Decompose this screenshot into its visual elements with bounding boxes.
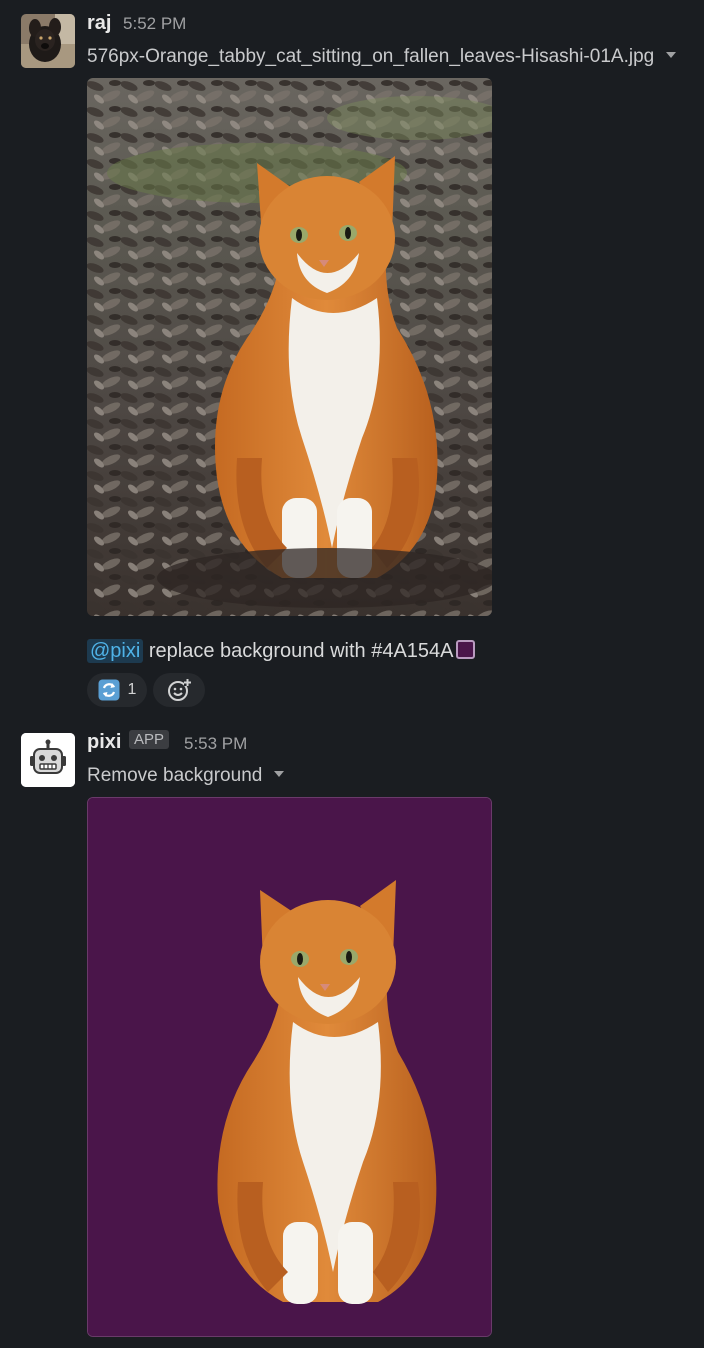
timestamp[interactable]: 5:52 PM (123, 14, 186, 33)
reaction-arrows[interactable]: 1 (87, 673, 147, 707)
cat-cutout-image (88, 798, 491, 1336)
file-title[interactable]: 576px-Orange_tabby_cat_sitting_on_fallen… (87, 46, 677, 68)
username-text[interactable]: raj (87, 12, 111, 34)
file-title-text[interactable]: 576px-Orange_tabby_cat_sitting_on_fallen… (87, 46, 654, 67)
message-body: replace background with #4A154A (143, 640, 454, 662)
color-swatch (455, 640, 475, 660)
app-badge: APP (129, 730, 170, 749)
username-pixi[interactable]: pixi (87, 731, 121, 754)
add-emoji-icon (168, 679, 191, 701)
reaction-count: 1 (127, 681, 137, 698)
avatar-pixi[interactable] (21, 733, 75, 787)
username-raj[interactable]: raj 5:52 PM (87, 12, 186, 35)
processed-cat-image[interactable] (87, 797, 492, 1337)
cat-photo-image (87, 78, 492, 616)
file-title-text[interactable]: Remove background (87, 765, 262, 786)
robot-icon (21, 733, 75, 787)
original-cat-image[interactable] (87, 78, 492, 616)
timestamp[interactable]: 5:53 PM (184, 734, 247, 754)
username-text[interactable]: pixi (87, 731, 121, 753)
add-reaction-button[interactable] (153, 673, 205, 707)
chevron-down-icon[interactable] (666, 51, 677, 58)
avatar-raj[interactable] (21, 14, 75, 68)
message-text: @pixi replace background with #4A154A (87, 639, 475, 663)
mention-pixi[interactable]: @pixi (87, 639, 144, 663)
dog-avatar-icon (21, 14, 75, 68)
arrows-counterclockwise-icon (98, 679, 120, 701)
file-title[interactable]: Remove background (87, 765, 285, 787)
chevron-down-icon[interactable] (274, 770, 285, 777)
